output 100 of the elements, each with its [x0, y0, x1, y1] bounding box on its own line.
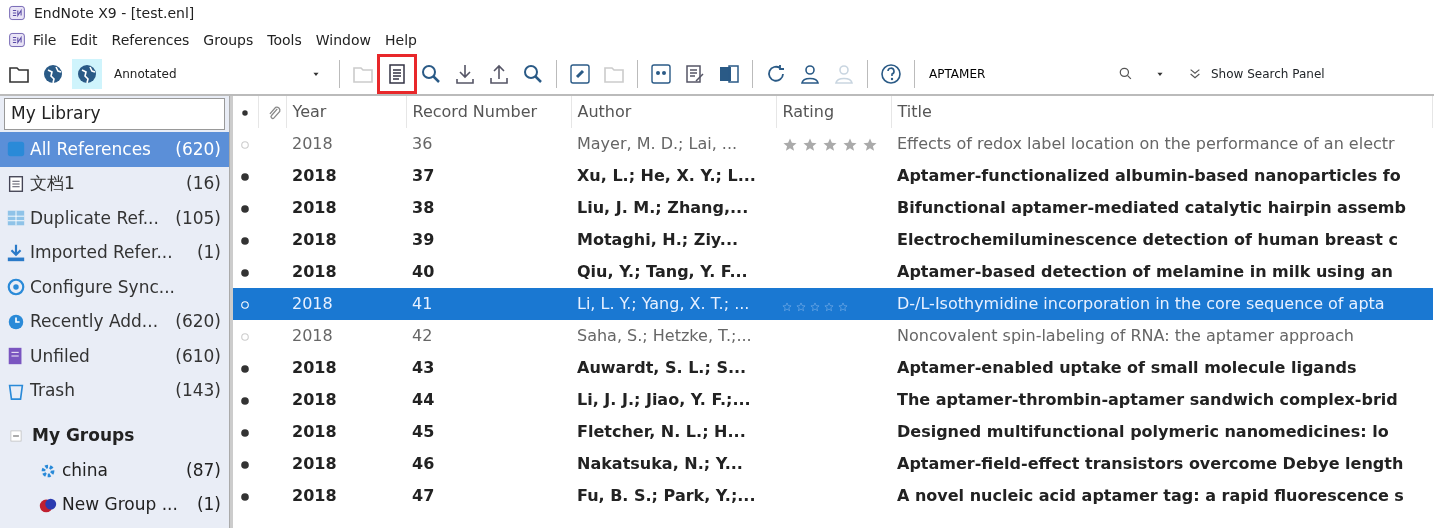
app-logo-icon: [8, 31, 26, 49]
table-cell-text: 2018: [291, 229, 338, 251]
read-dot-icon: [239, 298, 251, 311]
table-cell: 2018: [286, 288, 406, 320]
table-cell-text: 46: [411, 453, 436, 475]
table-row[interactable]: 2018 43 Auwardt, S. L.; S... Aptamer-enabled uptake of small molecule ligands: [233, 352, 1433, 384]
table-cell-text: 39: [411, 229, 436, 251]
menu-item[interactable]: Edit: [63, 29, 105, 51]
menu-item[interactable]: Window: [308, 29, 378, 51]
unread-dot-icon: [239, 394, 251, 407]
window-title: EndNote X9 - [test.enl]: [34, 3, 195, 23]
globe-icon[interactable]: [76, 63, 98, 85]
table-row[interactable]: 2018 44 Li, J. J.; Jiao, Y. F.;... The aptamer-thrombin-aptamer sandwich complex-brid: [233, 384, 1433, 416]
table-cell: Noncovalent spin-labeling of RNA: the aptamer approach: [891, 320, 1433, 352]
table-row[interactable]: 2018 46 Nakatsuka, N.; Y... Aptamer-field-effect transistors overcome Debye length: [233, 448, 1433, 480]
unread-dot-icon: [239, 266, 251, 279]
table-cell-text: 2018: [291, 421, 338, 443]
show-search-panel-button[interactable]: Show Search Panel: [1179, 61, 1333, 87]
table-row[interactable]: 2018 36 Mayer, M. D.; Lai, ... Effects of redox label location on the performance of an electr: [233, 128, 1433, 160]
table-cell-text: 38: [411, 197, 436, 219]
app-logo-icon: [8, 4, 26, 22]
star-icon: [824, 301, 834, 312]
unread-dot-icon: [239, 234, 251, 247]
column-header[interactable]: Year: [286, 96, 406, 128]
unread-dot-icon: [239, 426, 251, 439]
table-cell: 2018: [286, 320, 406, 352]
sidebar-item[interactable]: Duplicate Ref... (105): [0, 201, 229, 236]
table-cell: Saha, S.; Hetzke, T.;...: [571, 320, 776, 352]
menu-item[interactable]: Tools: [260, 29, 309, 51]
table-cell: D-/L-Isothymidine incorporation in the core sequence of apta: [891, 288, 1433, 320]
edit-icon[interactable]: [684, 63, 706, 85]
table-row[interactable]: 2018 42 Saha, S.; Hetzke, T.;... Noncovalent spin-labeling of RNA: the aptamer approach: [233, 320, 1433, 352]
unread-dot-icon: [239, 458, 251, 471]
table-cell-text: Aptamer-field-effect transistors overcome Debye length: [896, 453, 1405, 475]
table-cell-text: Li, J. J.; Jiao, Y. F.;...: [576, 389, 752, 411]
table-cell-text: Motaghi, H.; Ziy...: [576, 229, 740, 251]
table-row[interactable]: 2018 45 Fletcher, N. L.; H... Designed multifunctional polymeric nanomedicines: lo: [233, 416, 1433, 448]
star-icon: [782, 301, 792, 312]
group-heading: My Groups: [32, 424, 135, 448]
table-cell: 36: [406, 128, 571, 160]
table-cell-text: Electrochemiluminescence detection of human breast c: [896, 229, 1399, 251]
table-cell-text: Auwardt, S. L.; S...: [576, 357, 748, 379]
table-cell: 2018: [286, 256, 406, 288]
library-header: My Library: [4, 98, 225, 130]
read-dot-icon: [239, 330, 251, 343]
table-cell-text: Aptamer-functionalized albumin-based nanoparticles fo: [896, 165, 1402, 187]
person-icon[interactable]: [799, 63, 821, 85]
column-header[interactable]: Record Number: [406, 96, 571, 128]
menu-item[interactable]: References: [104, 29, 197, 51]
menu-item[interactable]: Groups: [196, 29, 261, 51]
table-cell: Mayer, M. D.; Lai, ...: [571, 128, 776, 160]
table-row[interactable]: 2018 40 Qiu, Y.; Tang, Y. F... Aptamer-based detection of melamine in milk using an: [233, 256, 1433, 288]
table-cell: 41: [406, 288, 571, 320]
menu-item[interactable]: Help: [378, 29, 424, 51]
table-cell-text: Xu, L.; He, X. Y.; L...: [576, 165, 757, 187]
sidebar-item[interactable]: Configure Sync...: [0, 270, 229, 305]
table-cell-text: 2018: [291, 197, 338, 219]
table-cell-text: 2018: [291, 453, 338, 475]
table-cell-text: 44: [411, 389, 436, 411]
sidebar-item[interactable]: Imported Refer... (1): [0, 235, 229, 270]
sidebar-item[interactable]: 文档1 (16): [0, 166, 229, 201]
table-cell-text: 2018: [291, 389, 338, 411]
menu-item[interactable]: File: [26, 29, 64, 51]
column-header[interactable]: Rating: [776, 96, 891, 128]
table-cell: Qiu, Y.; Tang, Y. F...: [571, 256, 776, 288]
sidebar-item[interactable]: Trash (143): [0, 373, 229, 408]
sidebar-item[interactable]: Unfiled (610): [0, 339, 229, 374]
search-icon[interactable]: [420, 63, 442, 85]
table-cell: 42: [406, 320, 571, 352]
table-row[interactable]: 2018 39 Motaghi, H.; Ziy... Electrochemiluminescence detection of human breast c: [233, 224, 1433, 256]
column-header[interactable]: Author: [571, 96, 776, 128]
unread-dot-icon: [239, 362, 251, 375]
table-row[interactable]: 2018 38 Liu, J. M.; Zhang,... Bifunctional aptamer-mediated catalytic hairpin assemb: [233, 192, 1433, 224]
download-icon[interactable]: [454, 63, 476, 85]
document-icon[interactable]: [386, 63, 408, 85]
globe-icon[interactable]: [42, 63, 64, 85]
table-cell-text: 2018: [291, 357, 338, 379]
document-icon: [6, 173, 26, 194]
unread-dot-icon: [239, 202, 251, 215]
star-icon: [810, 301, 820, 312]
table-cell-text: 37: [411, 165, 436, 187]
search-icon[interactable]: [522, 63, 544, 85]
help-icon[interactable]: [880, 63, 902, 85]
sidebar-item[interactable]: New Group ... (1): [0, 488, 229, 522]
unread-dot-icon: [239, 170, 251, 183]
sidebar-item[interactable]: china (87): [0, 454, 229, 488]
sidebar-item[interactable]: Recently Add... (620): [0, 304, 229, 339]
read-dot-icon: [239, 138, 251, 151]
column-header[interactable]: Title: [891, 96, 1433, 128]
table-row[interactable]: 2018 37 Xu, L.; He, X. Y.; L... Aptamer-functionalized albumin-based nanoparticles fo: [233, 160, 1433, 192]
table-cell: 2018: [286, 128, 406, 160]
table-cell-text: Aptamer-enabled uptake of small molecule ligands: [896, 357, 1358, 379]
table-row[interactable]: 2018 41 Li, L. Y.; Yang, X. T.; ... D-/L-Isothymidine incorporation in the core sequence of apta: [233, 288, 1433, 320]
table-cell-text: The aptamer-thrombin-aptamer sandwich complex-brid: [896, 389, 1399, 411]
upload-icon[interactable]: [488, 63, 510, 85]
table-row[interactable]: 2018 47 Fu, B. S.; Park, Y.;... A novel nucleic acid aptamer tag: a rapid fluorescence s: [233, 480, 1433, 512]
table-cell-text: Fletcher, N. L.; H...: [576, 421, 747, 443]
table-cell-text: 2018: [291, 485, 338, 507]
table-cell-text: Bifunctional aptamer-mediated catalytic hairpin assemb: [896, 197, 1407, 219]
download-icon: [6, 242, 26, 263]
